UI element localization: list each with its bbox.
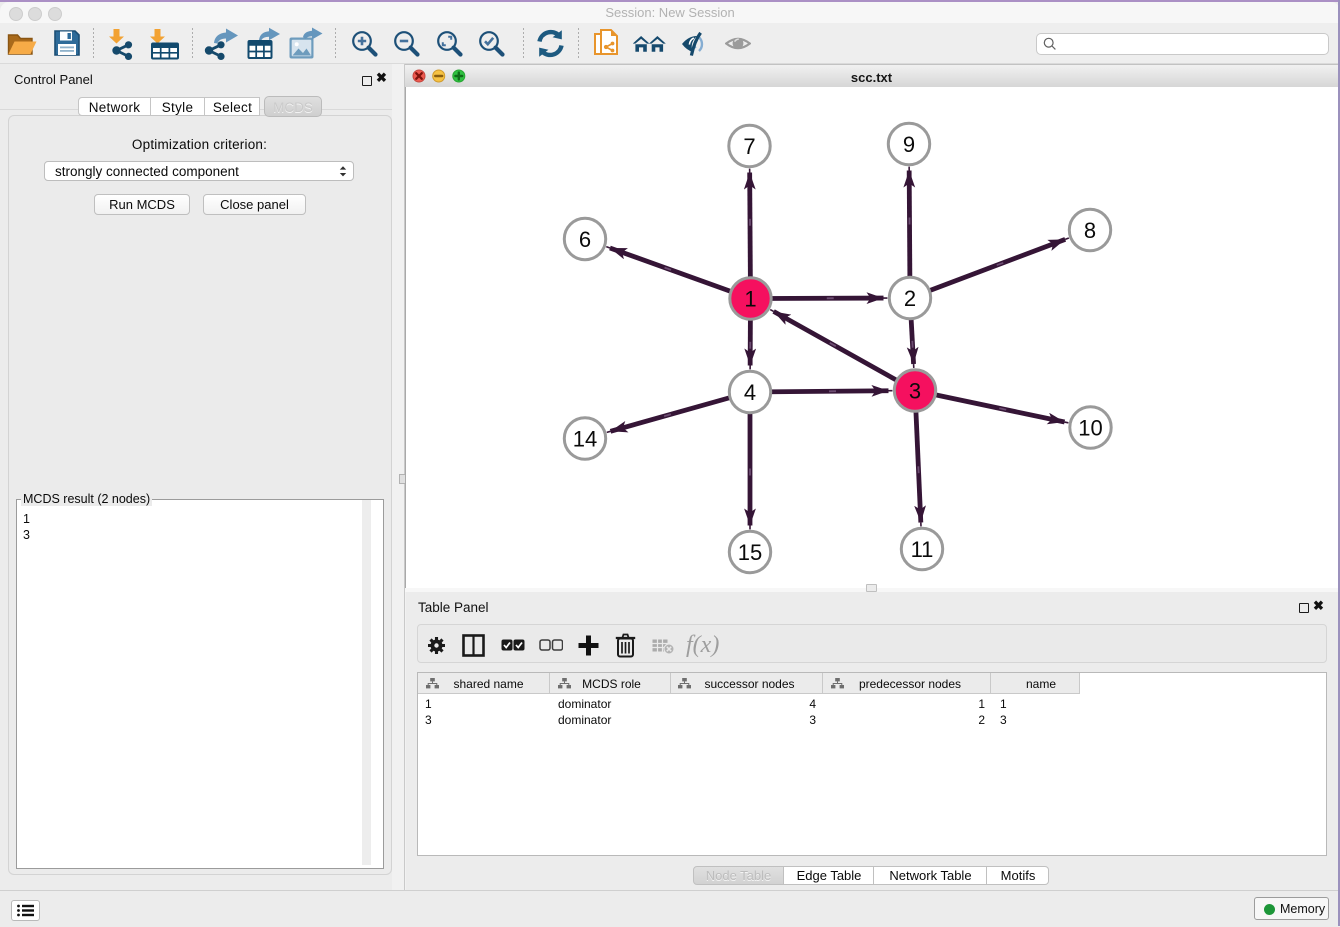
svg-text:15: 15 [738, 540, 762, 565]
svg-text:4: 4 [744, 380, 756, 405]
svg-text:1: 1 [744, 287, 756, 312]
svg-text:10: 10 [1078, 416, 1102, 441]
svg-text:14: 14 [573, 427, 597, 452]
svg-text:9: 9 [903, 132, 915, 157]
svg-text:2: 2 [904, 286, 916, 311]
svg-text:3: 3 [909, 379, 921, 404]
svg-text:6: 6 [579, 227, 591, 252]
svg-text:7: 7 [743, 134, 755, 159]
svg-text:11: 11 [911, 537, 934, 562]
svg-text:8: 8 [1084, 218, 1096, 243]
